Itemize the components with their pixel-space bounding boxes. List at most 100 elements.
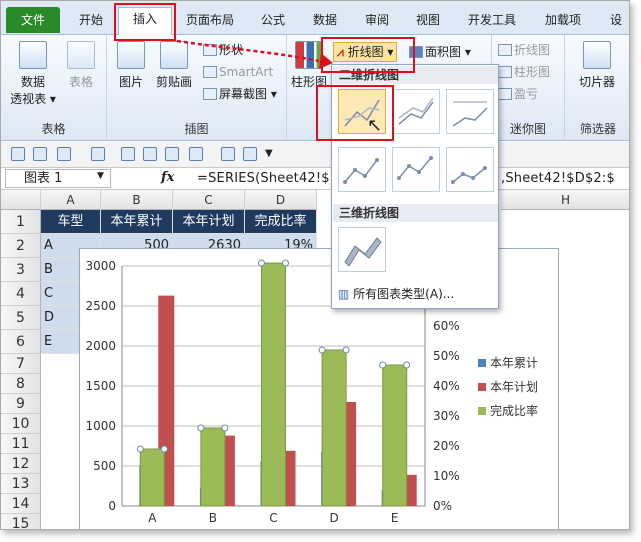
- selection-handle: [136, 445, 144, 453]
- bar-完成比率: [200, 427, 226, 507]
- spark-column-button[interactable]: 柱形图: [498, 63, 550, 81]
- picture-button[interactable]: 图片: [113, 41, 149, 90]
- paste-icon[interactable]: [243, 147, 257, 161]
- column-header-h[interactable]: H: [501, 190, 629, 210]
- cell-d1[interactable]: 完成比率: [245, 210, 317, 234]
- row-header-6[interactable]: 6: [1, 330, 41, 354]
- row-header-11[interactable]: 11: [1, 434, 41, 454]
- formula-bar: 图表 1 ▼ fx =SERIES(Sheet42!$ ,Sheet42!$D$…: [1, 168, 629, 190]
- y-tick-label: 1000: [85, 419, 116, 433]
- line-markers-option[interactable]: [338, 147, 386, 192]
- row-header-9[interactable]: 9: [1, 394, 41, 414]
- area-chart-button[interactable]: 面积图 ▾: [409, 43, 471, 61]
- row-header-2[interactable]: 2: [1, 234, 41, 258]
- format-painter-icon[interactable]: [165, 147, 179, 161]
- row-header-3[interactable]: 3: [1, 258, 41, 282]
- spark-line-button[interactable]: 折线图: [498, 41, 550, 59]
- y-tick-label: 500: [93, 459, 116, 473]
- undo-icon[interactable]: [57, 147, 71, 161]
- x-tick-label: C: [269, 511, 277, 525]
- select-all-corner[interactable]: [1, 190, 41, 210]
- column-header-d[interactable]: D: [245, 190, 317, 210]
- x-tick-label: D: [329, 511, 338, 525]
- x-tick-label: E: [391, 511, 399, 525]
- border-icon[interactable]: [189, 147, 203, 161]
- selection-handle: [221, 424, 229, 432]
- y-tick-label: 2000: [85, 339, 116, 353]
- group-label-sparklines: 迷你图: [509, 122, 546, 136]
- row-header-1[interactable]: 1: [1, 210, 41, 234]
- stacked-line-option[interactable]: [392, 89, 440, 134]
- tab-addins[interactable]: 加载项: [536, 9, 590, 31]
- tab-data[interactable]: 数据: [305, 9, 345, 31]
- tab-more[interactable]: 设: [604, 9, 628, 31]
- cell-b1[interactable]: 本年累计: [101, 210, 173, 234]
- row-header-10[interactable]: 10: [1, 414, 41, 434]
- name-box-value: 图表 1: [24, 171, 63, 186]
- selection-handle: [318, 346, 326, 354]
- pivot-table-button[interactable]: 数据 透视表 ▾: [7, 41, 59, 107]
- row-header-5[interactable]: 5: [1, 306, 41, 330]
- print-preview-icon[interactable]: [121, 147, 135, 161]
- percent-stacked-line-option[interactable]: [446, 89, 494, 134]
- column-header-c[interactable]: C: [173, 190, 245, 210]
- name-box-dropdown-icon[interactable]: ▼: [97, 171, 104, 181]
- 3d-line-option[interactable]: [338, 227, 386, 272]
- spark-winloss-button[interactable]: 盈亏: [498, 85, 538, 103]
- cell-a1[interactable]: 车型: [41, 210, 101, 234]
- x-tick-label: A: [148, 511, 157, 525]
- area-chart-label: 面积图 ▾: [425, 45, 471, 59]
- bar-完成比率: [321, 349, 347, 507]
- cell-c1[interactable]: 本年计划: [173, 210, 245, 234]
- tab-formulas[interactable]: 公式: [253, 9, 293, 31]
- legend-swatch: [478, 359, 486, 367]
- tab-developer[interactable]: 开发工具: [459, 9, 525, 31]
- row-header-13[interactable]: 13: [1, 474, 41, 494]
- save-icon[interactable]: [33, 147, 47, 161]
- excel-window: 文件 开始 插入 页面布局 公式 数据 审阅 视图 开发工具 加载项 设 数据 …: [0, 0, 630, 530]
- row-header-4[interactable]: 4: [1, 282, 41, 306]
- group-label-illustrations: 插图: [184, 122, 209, 136]
- stacked-line-markers-option[interactable]: [392, 147, 440, 192]
- selection-handle: [342, 346, 350, 354]
- slicer-button[interactable]: 切片器: [571, 41, 623, 90]
- tab-file[interactable]: 文件: [6, 7, 60, 33]
- spark-line-label: 折线图: [514, 43, 551, 57]
- tab-review[interactable]: 审阅: [357, 9, 397, 31]
- tab-page-layout[interactable]: 页面布局: [178, 9, 242, 31]
- all-chart-types-link[interactable]: ▥ 所有图表类型(A)...: [338, 285, 454, 302]
- mouse-cursor-icon: ↖: [367, 115, 383, 136]
- pivot-table-label-2: 透视表 ▾: [10, 92, 56, 106]
- column-header-a[interactable]: A: [41, 190, 101, 210]
- new-document-icon[interactable]: [143, 147, 157, 161]
- row-header-12[interactable]: 12: [1, 454, 41, 474]
- chart-types-icon: ▥: [338, 287, 350, 301]
- row-header-8[interactable]: 8: [1, 374, 41, 394]
- row-header-14[interactable]: 14: [1, 494, 41, 514]
- tab-home[interactable]: 开始: [71, 9, 111, 31]
- tab-view[interactable]: 视图: [408, 9, 448, 31]
- y2-tick-label: 60%: [433, 319, 460, 333]
- table-view-icon[interactable]: [11, 147, 25, 161]
- column-header-b[interactable]: B: [101, 190, 173, 210]
- row-header-15[interactable]: 15: [1, 514, 41, 529]
- spark-column-label: 柱形图: [514, 65, 551, 79]
- y-tick-label: 0: [108, 499, 116, 513]
- function-icon[interactable]: fx: [161, 170, 174, 185]
- table-icon: [67, 41, 95, 69]
- quick-access-toolbar: ▼: [1, 142, 629, 168]
- redo-icon[interactable]: [91, 147, 105, 161]
- bar-完成比率: [382, 364, 408, 507]
- row-header-7[interactable]: 7: [1, 354, 41, 374]
- customize-toolbar-icon[interactable]: ▼: [265, 148, 273, 159]
- table-button[interactable]: 表格: [61, 41, 101, 90]
- legend-label: 本年计划: [490, 380, 538, 394]
- formula-input[interactable]: =SERIES(Sheet42!$: [197, 171, 330, 186]
- copy-icon[interactable]: [221, 147, 235, 161]
- percent-line-markers-option[interactable]: [446, 147, 494, 192]
- name-box[interactable]: 图表 1: [5, 169, 111, 188]
- table-label: 表格: [68, 75, 93, 89]
- y2-tick-label: 40%: [433, 379, 460, 393]
- spark-winloss-icon: [498, 88, 512, 100]
- y2-tick-label: 10%: [433, 469, 460, 483]
